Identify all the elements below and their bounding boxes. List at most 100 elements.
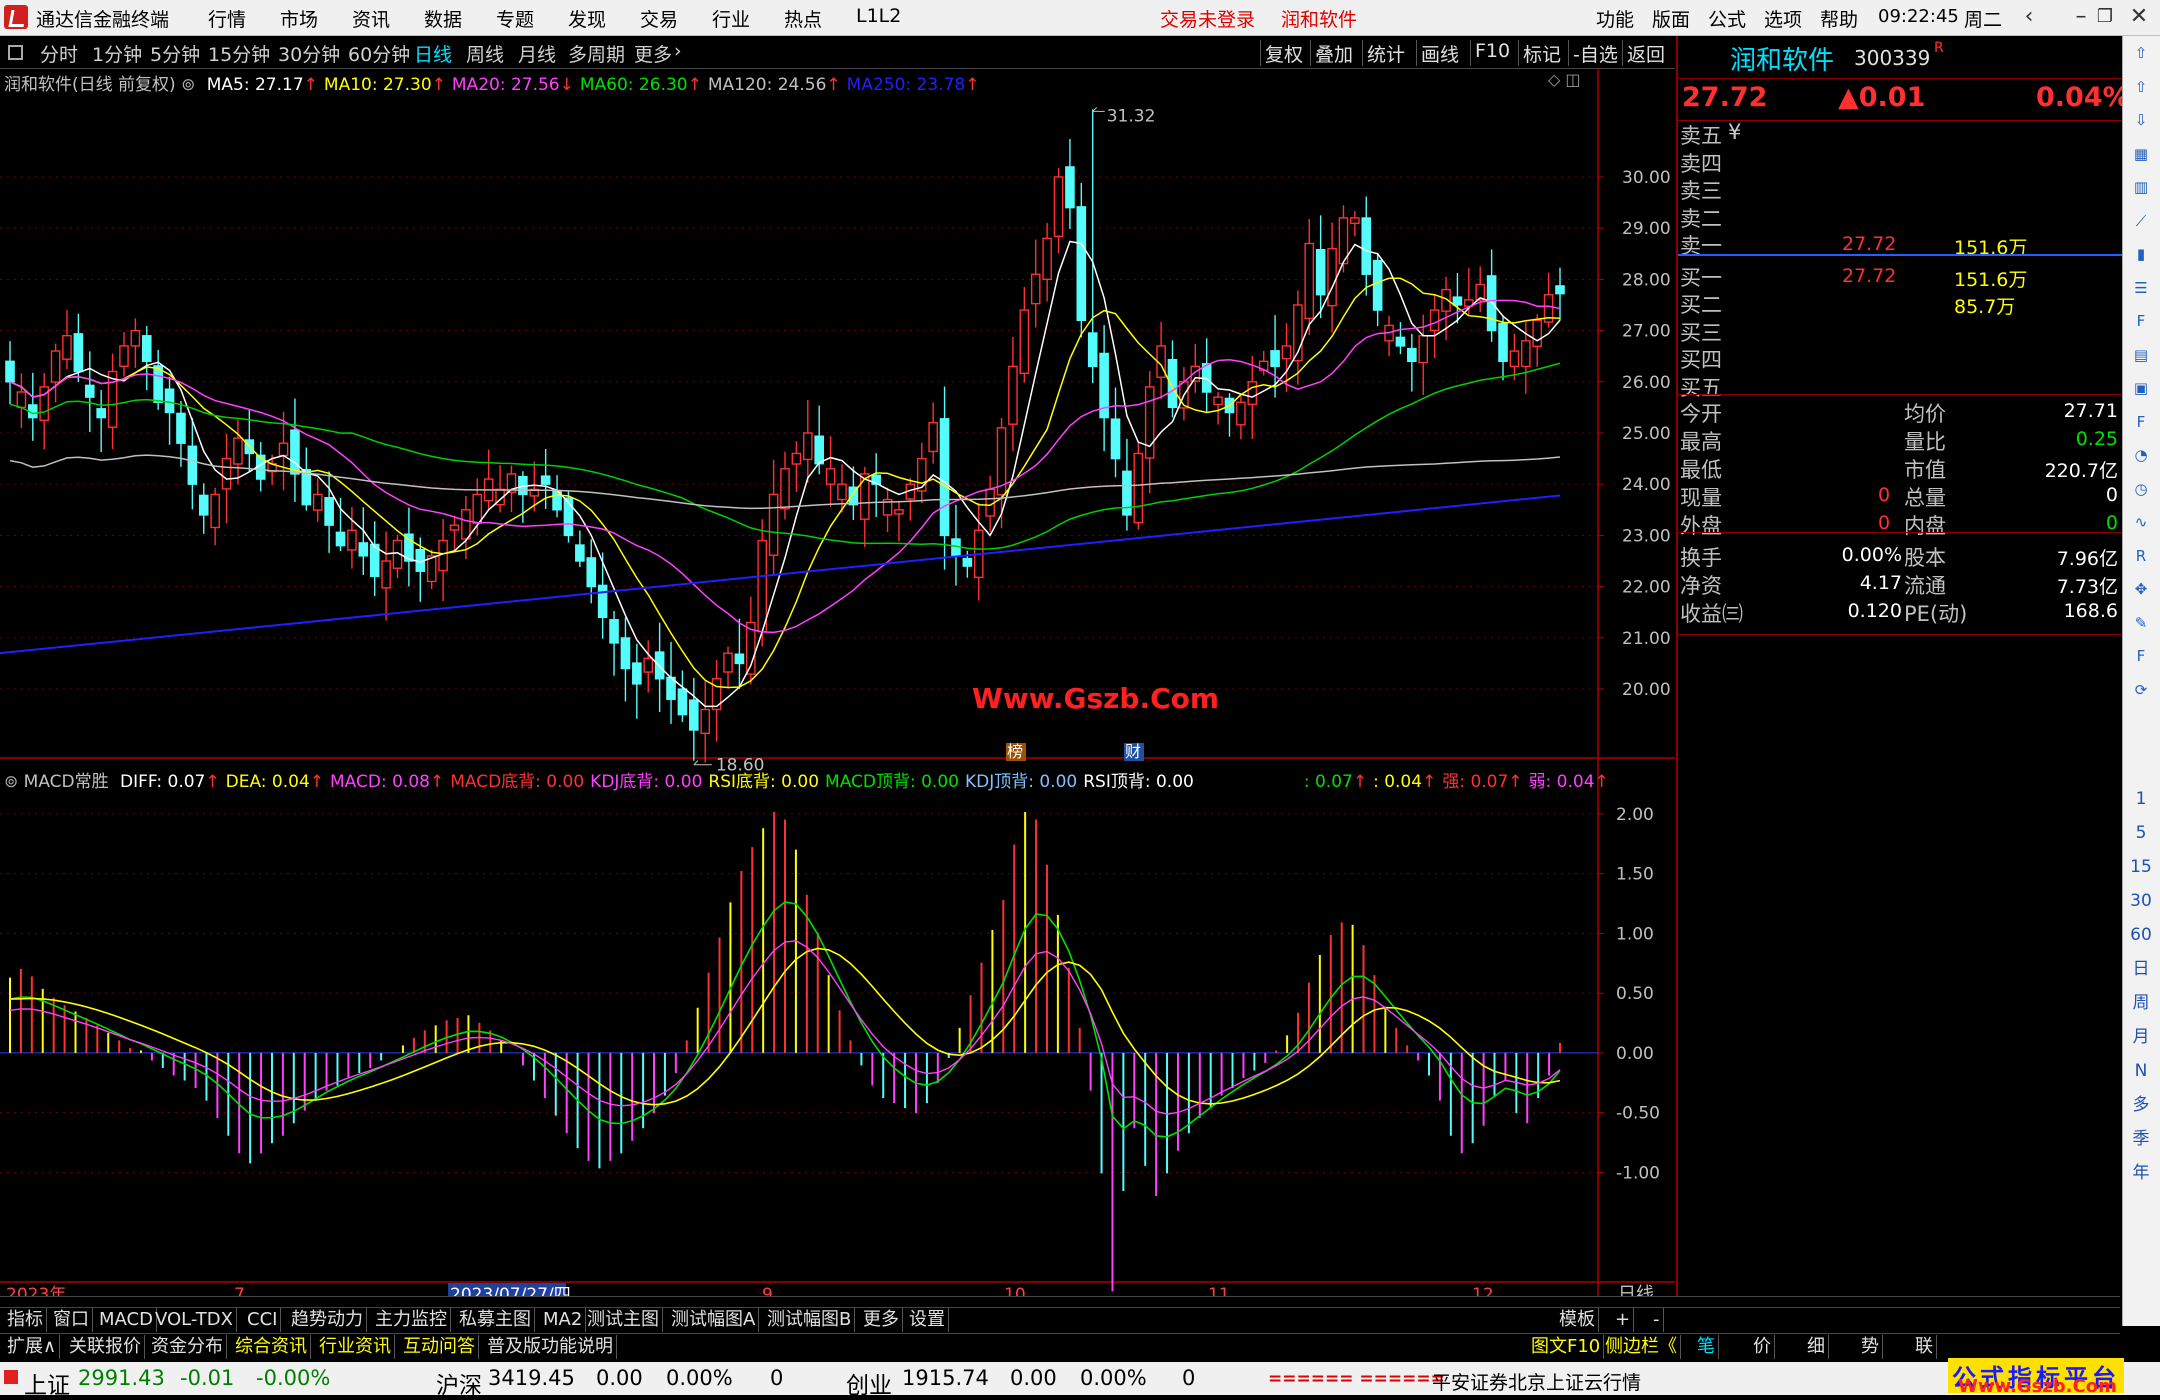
menu-item[interactable]: 数据 xyxy=(424,5,462,32)
indicator-tab[interactable]: 测试幅图B xyxy=(764,1308,856,1332)
period-shortcut[interactable]: 日 xyxy=(2129,958,2153,980)
tool-button[interactable]: 统计 xyxy=(1362,40,1409,66)
table-icon[interactable]: ▥ xyxy=(2129,176,2153,198)
right-menu-item[interactable]: 功能 xyxy=(1596,5,1634,32)
pen-icon[interactable]: ✎ xyxy=(2129,612,2153,634)
indicator-tab[interactable]: 测试幅图A xyxy=(668,1308,760,1332)
template-tab[interactable]: + xyxy=(1612,1308,1635,1332)
info-tab[interactable]: 扩展∧ xyxy=(4,1335,61,1359)
tool-button[interactable]: 复权 xyxy=(1260,40,1307,66)
period-shortcut[interactable]: 季 xyxy=(2129,1128,2153,1150)
back-icon[interactable]: ‹ xyxy=(2012,2,2046,32)
login-status[interactable]: 交易未登录 xyxy=(1160,5,1255,32)
period-tab[interactable]: 多周期 xyxy=(568,40,625,67)
panel-tab[interactable]: 细 xyxy=(1804,1335,1829,1359)
grid-icon[interactable]: ▦ xyxy=(2129,143,2153,165)
restore-icon[interactable]: ❐ xyxy=(2088,2,2122,32)
settings-icon[interactable]: ⊚ xyxy=(181,75,195,95)
right-menu-item[interactable]: 帮助 xyxy=(1820,5,1858,32)
right-menu-item[interactable]: 选项 xyxy=(1764,5,1802,32)
info-tab[interactable]: 互动问答 xyxy=(400,1335,479,1359)
period-shortcut[interactable]: 多 xyxy=(2129,1094,2153,1116)
right-menu-item[interactable]: 版面 xyxy=(1652,5,1690,32)
tool-button[interactable]: 返回 xyxy=(1622,40,1669,66)
template-tab[interactable]: - xyxy=(1650,1308,1664,1332)
info-tab[interactable]: 综合资讯 xyxy=(232,1335,311,1359)
indicator-tab[interactable]: 窗口 xyxy=(50,1308,93,1332)
period-tab[interactable]: 1分钟 xyxy=(92,40,142,67)
menu-item[interactable]: 交易 xyxy=(640,5,678,32)
period-shortcut[interactable]: 月 xyxy=(2129,1026,2153,1048)
chart-area[interactable]: 31.3218.60Www.Gszb.Com榜财 20.0021.0022.00… xyxy=(0,68,1675,1326)
period-tab[interactable]: 5分钟 xyxy=(150,40,200,67)
info-tab[interactable]: 普及版功能说明 xyxy=(484,1335,617,1359)
indicator-tab[interactable]: 主力监控 xyxy=(372,1308,451,1332)
refresh-icon[interactable]: ⟳ xyxy=(2129,679,2153,701)
period-tab[interactable]: 周线 xyxy=(466,40,504,67)
chevron-right-icon[interactable]: › xyxy=(674,40,682,62)
indicator-tab[interactable]: VOL-TDX xyxy=(152,1308,237,1332)
period-tab[interactable]: 60分钟 xyxy=(348,40,410,67)
period-tab[interactable]: 日线 xyxy=(414,40,452,67)
period-shortcut[interactable]: 15 xyxy=(2129,856,2153,878)
arrow-up-outline-icon[interactable]: ⇧ xyxy=(2129,76,2153,98)
period-shortcut[interactable]: 60 xyxy=(2129,924,2153,946)
fz-icon[interactable]: F xyxy=(2129,411,2153,433)
template-tab[interactable]: 模板 xyxy=(1556,1308,1599,1332)
news-icon[interactable]: ▣ xyxy=(2129,377,2153,399)
menu-item[interactable]: 行情 xyxy=(208,5,246,32)
period-shortcut[interactable]: 1 xyxy=(2129,788,2153,810)
info-tab[interactable]: 关联报价 xyxy=(66,1335,145,1359)
move-icon[interactable]: ✥ xyxy=(2129,578,2153,600)
toolbar-square-icon[interactable] xyxy=(8,45,23,60)
info-tab[interactable]: 资金分布 xyxy=(148,1335,227,1359)
right-menu-item[interactable]: 公式 xyxy=(1708,5,1746,32)
indicator-tab[interactable]: 指标 xyxy=(4,1308,47,1332)
arrow-up-icon[interactable]: ⇧ xyxy=(2129,42,2153,64)
arrow-down-outline-icon[interactable]: ⇩ xyxy=(2129,109,2153,131)
panel-tab[interactable]: 势 xyxy=(1858,1335,1883,1359)
panel-toggle-icon[interactable]: ◇ ◫ xyxy=(1548,70,1581,89)
side-tab[interactable]: 图文F10 xyxy=(1528,1335,1605,1359)
menu-item[interactable]: 资讯 xyxy=(352,5,390,32)
period-shortcut[interactable]: 30 xyxy=(2129,890,2153,912)
table-icon[interactable]: ▤ xyxy=(2129,344,2153,366)
f10-icon[interactable]: F xyxy=(2129,310,2153,332)
settings-icon[interactable]: ⊚ xyxy=(4,772,18,792)
period-tab[interactable]: 月线 xyxy=(518,40,556,67)
panel-tab[interactable]: 价 xyxy=(1750,1335,1775,1359)
server-name[interactable]: 平安证券北京上证云行情 xyxy=(1432,1368,1641,1395)
tool-button[interactable]: 画线 xyxy=(1416,40,1463,66)
tool-button[interactable]: F10 xyxy=(1470,40,1514,66)
indicator-tab[interactable]: 更多 xyxy=(860,1308,903,1332)
list-icon[interactable]: ☰ xyxy=(2129,277,2153,299)
period-shortcut[interactable]: N xyxy=(2129,1060,2153,1082)
period-shortcut[interactable]: 5 xyxy=(2129,822,2153,844)
period-tab[interactable]: 15分钟 xyxy=(208,40,270,67)
indicator-tab[interactable]: 趋势动力 xyxy=(288,1308,367,1332)
menu-item[interactable]: 行业 xyxy=(712,5,750,32)
gauge-icon[interactable]: ◷ xyxy=(2129,478,2153,500)
tool-button[interactable]: 叠加 xyxy=(1310,40,1357,66)
panel-tab[interactable]: 联 xyxy=(1912,1335,1937,1359)
side-tab[interactable]: 侧边栏《 xyxy=(1602,1335,1681,1359)
clock-icon[interactable]: ◔ xyxy=(2129,444,2153,466)
panel-tab[interactable]: 笔 xyxy=(1694,1335,1719,1359)
close-icon[interactable]: ✕ xyxy=(2122,2,2156,32)
tool-button[interactable]: 标记 xyxy=(1518,40,1565,66)
indicator-tab[interactable]: 私募主图 xyxy=(456,1308,535,1332)
menu-item[interactable]: 专题 xyxy=(496,5,534,32)
period-tab[interactable]: 分时 xyxy=(40,40,78,67)
period-tab[interactable]: 30分钟 xyxy=(278,40,340,67)
menu-item[interactable]: L1L2 xyxy=(856,5,901,27)
indicator-tab[interactable]: MA2 xyxy=(540,1308,587,1332)
rsi-icon[interactable]: R xyxy=(2129,545,2153,567)
indicator-tab[interactable]: MACD xyxy=(96,1308,157,1332)
menu-item[interactable]: 市场 xyxy=(280,5,318,32)
period-shortcut[interactable]: 周 xyxy=(2129,992,2153,1014)
wave-icon[interactable]: ∿ xyxy=(2129,511,2153,533)
line-chart-icon[interactable]: ⟋ xyxy=(2129,210,2153,232)
menu-item[interactable]: 发现 xyxy=(568,5,606,32)
info-tab[interactable]: 行业资讯 xyxy=(316,1335,395,1359)
indicator-tab[interactable]: 测试主图 xyxy=(584,1308,663,1332)
